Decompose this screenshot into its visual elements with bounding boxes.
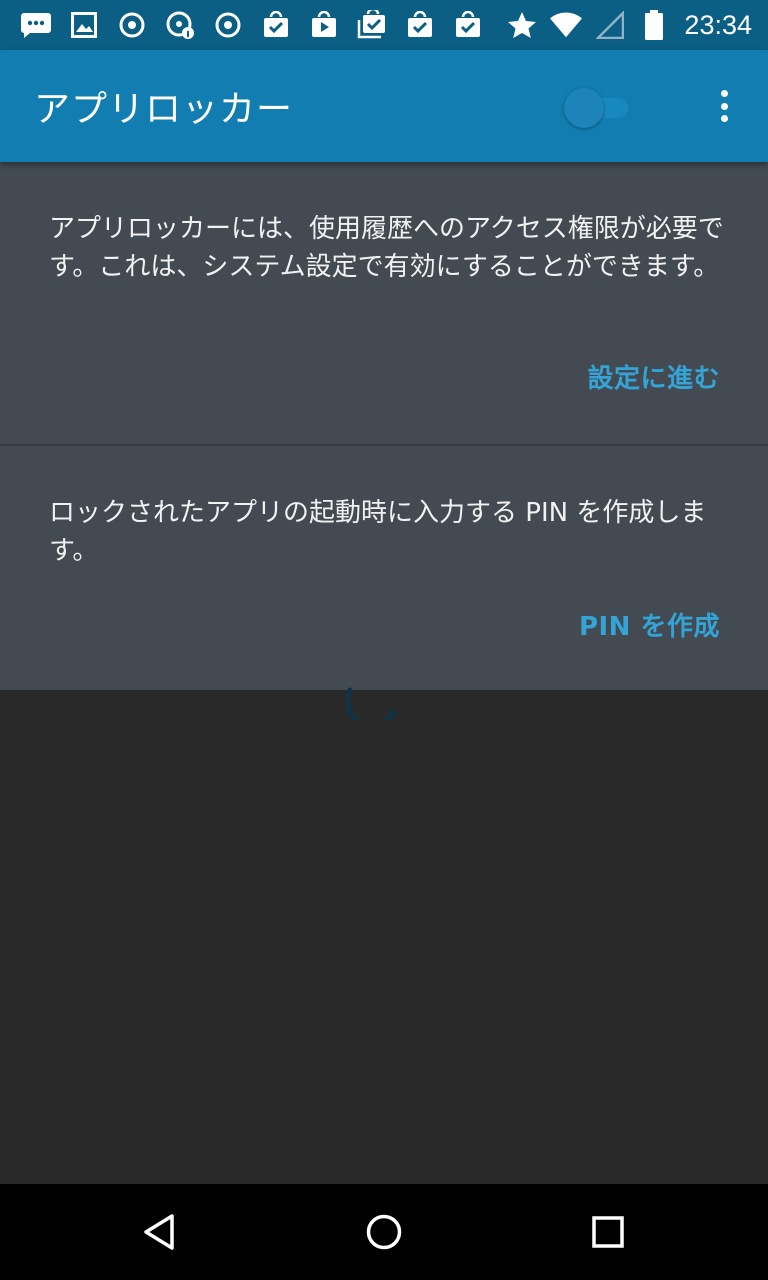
navigation-bar <box>0 1184 768 1280</box>
signal-icon <box>594 9 626 41</box>
recents-icon[interactable] <box>584 1208 632 1256</box>
star-icon <box>506 9 538 41</box>
shopping-bag-check-icon <box>452 9 484 41</box>
go-to-settings-button[interactable]: 設定に進む <box>587 358 720 395</box>
app-title: アプリロッカー <box>34 89 294 130</box>
wifi-icon <box>550 9 583 41</box>
loading-spinner-icon <box>346 687 397 720</box>
usage-access-card: アプリロッカーには、使用履歴へのアクセス権限が必要です。これは、システム設定で有… <box>0 162 768 444</box>
notification-icons <box>20 9 500 41</box>
home-icon[interactable] <box>360 1208 408 1256</box>
toggle-thumb <box>564 88 604 128</box>
app-bar: アプリロッカー <box>0 50 768 162</box>
sms-icon <box>20 9 52 41</box>
system-icons: 23:34 <box>506 9 752 41</box>
create-pin-message: ロックされたアプリの起動時に入力する PIN を作成します。 <box>49 498 707 566</box>
shopping-bag-check-icon <box>404 9 436 41</box>
shopping-bag-check-icon <box>260 9 292 41</box>
status-bar: 23:34 <box>0 0 768 50</box>
info-icon <box>164 9 196 41</box>
status-time: 23:34 <box>684 9 752 40</box>
sync-icon <box>212 9 244 41</box>
create-pin-button[interactable]: PIN を作成 <box>579 606 720 643</box>
multi-check-icon <box>356 9 388 41</box>
create-pin-card: ロックされたアプリの起動時に入力する PIN を作成します。 PIN を作成 <box>0 446 768 690</box>
play-store-icon <box>308 9 340 41</box>
usage-access-message: アプリロッカーには、使用履歴へのアクセス権限が必要です。これは、システム設定で有… <box>49 214 724 282</box>
overflow-menu-icon[interactable] <box>706 84 742 128</box>
sync-icon <box>116 9 148 41</box>
image-icon <box>68 9 100 41</box>
battery-icon <box>638 9 670 41</box>
app-lock-toggle[interactable] <box>564 86 630 128</box>
back-icon[interactable] <box>136 1208 184 1256</box>
